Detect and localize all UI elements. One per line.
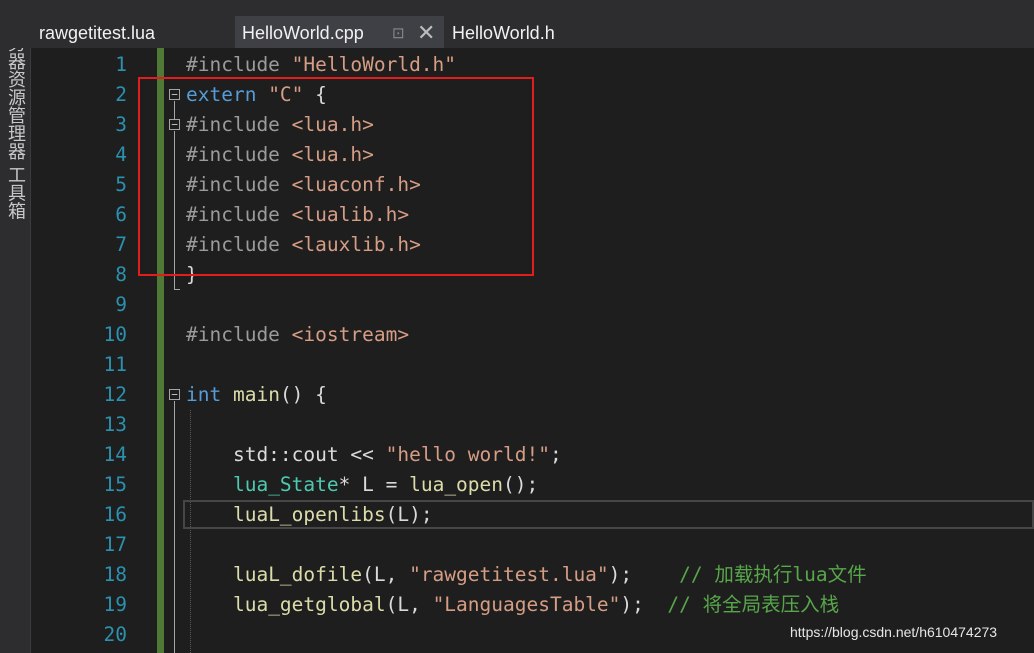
code-token: // 将全局表压入栈 — [667, 593, 840, 616]
line-number: 12 — [103, 383, 127, 406]
tab-helloworld-h[interactable]: HelloWorld.h — [444, 16, 584, 48]
code-token: #include — [186, 53, 292, 76]
code-line[interactable]: luaL_dofile(L, "rawgetitest.lua"); // 加载… — [186, 560, 867, 590]
line-number: 9 — [115, 293, 127, 316]
code-token: // 加载执行lua文件 — [679, 563, 867, 586]
code-token: lua_getglobal — [232, 593, 386, 616]
line-number: 18 — [103, 563, 127, 586]
code-token: ); — [620, 593, 668, 616]
line-number: 7 — [115, 233, 127, 256]
code-token: (L, — [385, 593, 433, 616]
line-number: 8 — [115, 263, 127, 286]
line-number: 6 — [115, 203, 127, 226]
close-icon[interactable]: ✕ — [417, 20, 435, 46]
code-token: luaL_dofile — [232, 563, 363, 586]
line-number: 4 — [115, 143, 127, 166]
fold-guide-line — [174, 401, 175, 653]
code-token: ; — [549, 443, 562, 466]
line-number: 10 — [103, 323, 127, 346]
code-token: #include — [186, 323, 292, 346]
tab-label: HelloWorld.h — [452, 23, 555, 43]
line-number: 20 — [103, 623, 127, 646]
line-number: 16 — [103, 503, 127, 526]
tab-helloworld-cpp[interactable]: HelloWorld.cpp — [235, 16, 444, 48]
tab-rawgetitest-lua[interactable]: rawgetitest.lua — [31, 16, 235, 48]
code-token: (); — [503, 473, 539, 496]
code-token: main — [232, 383, 280, 406]
line-number: 17 — [103, 533, 127, 556]
line-number: 5 — [115, 173, 127, 196]
line-number: 1 — [115, 53, 127, 76]
code-token: lua_State — [232, 473, 339, 496]
collapse-block-icon[interactable]: − — [169, 389, 180, 400]
code-line[interactable]: std::cout << "hello world!"; — [186, 440, 562, 470]
tab-label: rawgetitest.lua — [39, 23, 156, 43]
code-line[interactable]: lua_State* L = lua_open(); — [186, 470, 538, 500]
tab-label: HelloWorld.cpp — [242, 23, 364, 43]
watermark: https://blog.csdn.net/h610474273 — [790, 624, 998, 640]
code-token: int — [186, 383, 233, 406]
fold-guide-end — [174, 289, 180, 290]
document-tab-bar: rawgetitest.lua HelloWorld.cpp ⊡ ✕ Hello… — [0, 0, 1034, 48]
line-number: 2 — [115, 83, 127, 106]
code-token: <iostream> — [291, 323, 410, 346]
line-number: 19 — [103, 593, 127, 616]
indicator-margin — [31, 48, 55, 653]
code-token: ); — [608, 563, 680, 586]
code-token: * L = — [338, 473, 410, 496]
pin-icon[interactable]: ⊡ — [392, 22, 405, 46]
code-line[interactable]: int main() { — [186, 380, 327, 410]
code-token: "HelloWorld.h" — [291, 53, 457, 76]
code-line[interactable]: #include <iostream> — [186, 320, 409, 350]
line-number: 14 — [103, 443, 127, 466]
side-tool-panel[interactable]: 服务器资源管理器 工具箱 — [0, 0, 31, 653]
code-line[interactable]: #include "HelloWorld.h" — [186, 50, 456, 80]
line-number: 13 — [103, 413, 127, 436]
indent-guide — [190, 410, 191, 653]
line-number: 3 — [115, 113, 127, 136]
line-number: 15 — [103, 473, 127, 496]
code-token: "LanguagesTable" — [432, 593, 621, 616]
code-line[interactable]: lua_getglobal(L, "LanguagesTable"); // 将… — [186, 590, 839, 620]
code-token: "hello world!" — [385, 443, 550, 466]
code-token: (L, — [362, 563, 410, 586]
code-token: std::cout << — [186, 443, 386, 466]
annotation-highlight-box — [138, 77, 534, 276]
code-token: () { — [279, 383, 327, 406]
current-line-highlight — [183, 500, 1034, 529]
line-number: 11 — [103, 353, 127, 376]
code-token: lua_open — [409, 473, 504, 496]
code-token: "rawgetitest.lua" — [409, 563, 609, 586]
